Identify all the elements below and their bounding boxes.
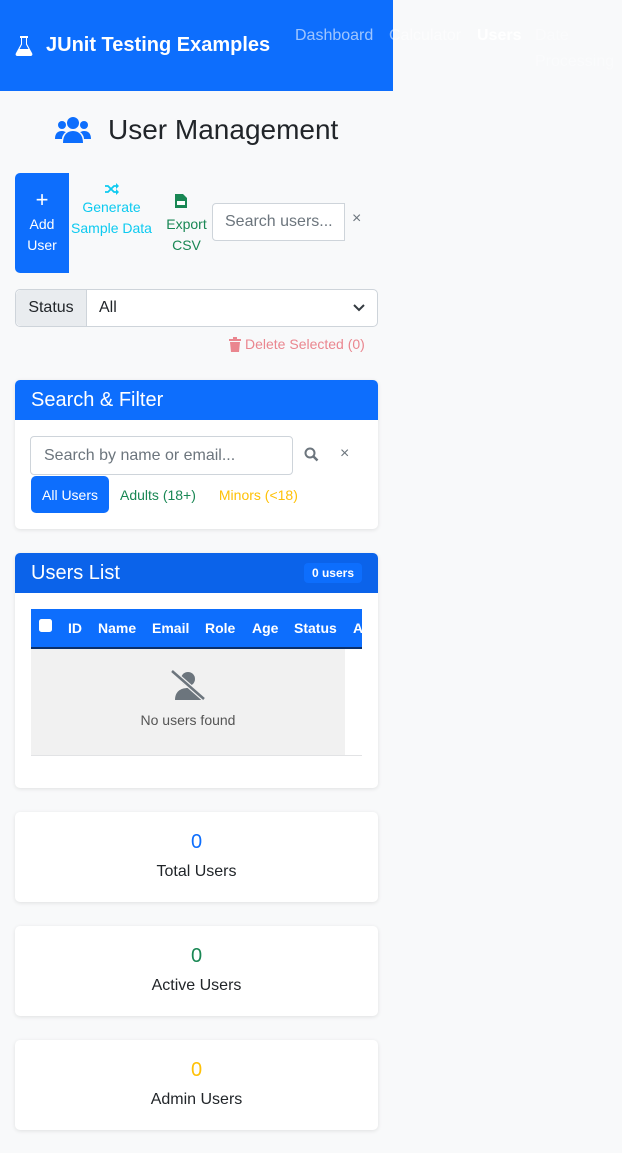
empty-state-row: No users found bbox=[31, 649, 345, 755]
generate-sample-data-button[interactable]: Generate Sample Data bbox=[69, 173, 154, 273]
column-header-role[interactable]: Role bbox=[205, 620, 235, 636]
search-icon[interactable] bbox=[304, 447, 319, 462]
status-filter: Status All bbox=[15, 289, 378, 327]
filter-adults-button[interactable]: Adults (18+) bbox=[109, 476, 207, 513]
empty-state-message: No users found bbox=[140, 712, 236, 728]
users-list-card: Users List 0 users ID Name Email Role Ag… bbox=[15, 553, 378, 788]
search-name-email-input[interactable] bbox=[30, 436, 293, 475]
page-title: User Management bbox=[55, 114, 338, 146]
flask-icon bbox=[15, 35, 33, 56]
column-header-actions: Actions bbox=[353, 620, 362, 636]
active-users-label: Active Users bbox=[151, 977, 242, 994]
csv-file-icon bbox=[175, 194, 187, 208]
search-users-input[interactable] bbox=[212, 203, 345, 241]
user-count-badge: 0 users bbox=[303, 563, 362, 583]
users-list-header: Users List 0 users bbox=[15, 553, 378, 593]
user-slash-icon bbox=[170, 670, 206, 700]
export-csv-button[interactable]: Export CSV bbox=[159, 173, 214, 273]
column-header-status[interactable]: Status bbox=[294, 620, 337, 636]
column-header-email[interactable]: Email bbox=[152, 620, 189, 636]
delete-selected-button[interactable]: Delete Selected (0) bbox=[229, 336, 365, 352]
shuffle-icon bbox=[104, 183, 119, 195]
admin-users-label: Admin Users bbox=[150, 1091, 243, 1108]
trash-icon bbox=[229, 336, 241, 352]
page-title-text: User Management bbox=[108, 114, 339, 145]
select-all-checkbox[interactable] bbox=[39, 619, 52, 635]
plus-icon: + bbox=[35, 187, 49, 212]
table-header: ID Name Email Role Age Status Actions bbox=[31, 609, 362, 649]
nav-link-calculator[interactable]: Calculator bbox=[389, 23, 461, 49]
search-filter-card: Search & Filter × All Users Adults (18+)… bbox=[15, 380, 378, 529]
nav-link-dashboard[interactable]: Dashboard bbox=[295, 23, 373, 49]
clear-filter-icon[interactable]: × bbox=[340, 445, 349, 463]
status-select[interactable]: All bbox=[87, 290, 377, 326]
nav-link-processing[interactable]: Processing bbox=[535, 49, 614, 75]
users-icon bbox=[55, 117, 91, 143]
nav-link-date[interactable]: Date bbox=[535, 23, 569, 49]
admin-users-card: 0 Admin Users bbox=[15, 1040, 378, 1130]
clear-search-icon[interactable]: × bbox=[352, 210, 361, 228]
status-selected-value: All bbox=[99, 299, 117, 316]
status-label: Status bbox=[16, 290, 87, 326]
nav-link-users[interactable]: Users bbox=[477, 23, 521, 49]
admin-users-value: 0 bbox=[190, 1059, 203, 1081]
total-users-label: Total Users bbox=[156, 863, 237, 880]
chevron-down-icon bbox=[353, 304, 365, 312]
filter-buttons: All Users Adults (18+) Minors (<18) bbox=[31, 476, 309, 513]
brand-text: JUnit Testing Examples bbox=[46, 34, 271, 56]
column-header-age[interactable]: Age bbox=[252, 620, 278, 636]
users-table: ID Name Email Role Age Status Actions No… bbox=[31, 609, 362, 756]
table-divider bbox=[31, 755, 362, 756]
navbar: JUnit Testing Examples Dashboard Calcula… bbox=[0, 0, 614, 91]
active-users-value: 0 bbox=[190, 945, 203, 967]
active-users-card: 0 Active Users bbox=[15, 926, 378, 1016]
export-csv-label: Export CSV bbox=[166, 216, 207, 253]
column-header-id[interactable]: ID bbox=[68, 620, 82, 636]
delete-selected-label: Delete Selected (0) bbox=[245, 336, 365, 352]
total-users-value: 0 bbox=[190, 831, 203, 853]
filter-minors-button[interactable]: Minors (<18) bbox=[207, 476, 309, 513]
total-users-card: 0 Total Users bbox=[15, 812, 378, 902]
generate-sample-data-label: Generate Sample Data bbox=[71, 199, 152, 236]
add-user-button[interactable]: + Add User bbox=[15, 173, 69, 273]
filter-all-users-button[interactable]: All Users bbox=[31, 476, 110, 513]
add-user-label: Add User bbox=[27, 216, 57, 253]
column-header-name[interactable]: Name bbox=[98, 620, 136, 636]
brand[interactable]: JUnit Testing Examples bbox=[14, 34, 270, 57]
search-filter-title: Search & Filter bbox=[31, 388, 164, 411]
search-filter-header: Search & Filter bbox=[15, 380, 378, 420]
users-list-title: Users List bbox=[31, 561, 120, 584]
